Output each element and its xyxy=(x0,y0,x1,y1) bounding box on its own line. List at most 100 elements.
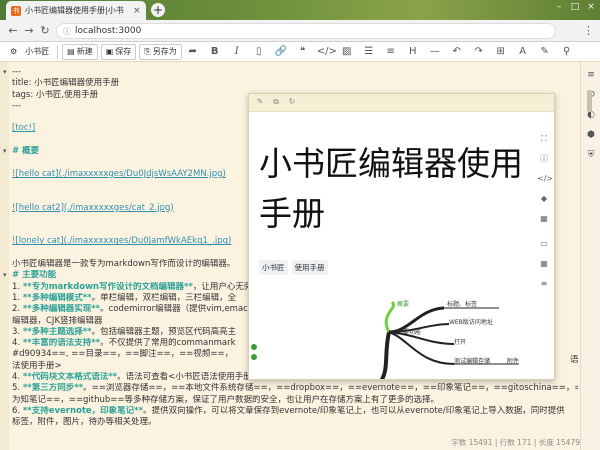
browser-menu-icon[interactable]: ⋮ xyxy=(583,24,594,37)
settings-icon[interactable]: ⚙ xyxy=(6,44,21,60)
mindmap-left-node: 概要 xyxy=(397,301,410,308)
editor-line: 为知笔记==，==github==等多种存储方案，保证了用户数据的安全，也让用户… xyxy=(3,395,578,406)
new-tab-button[interactable]: + xyxy=(151,3,165,17)
file-icon[interactable]: ▯ xyxy=(251,44,267,60)
browser-tab[interactable]: 书 小书匠编辑器使用手册|小书 × xyxy=(6,1,146,20)
save-label: 保存 xyxy=(115,47,132,56)
site-info-icon[interactable]: ⓘ xyxy=(63,26,71,37)
mindmap-branch: 标题、标签 xyxy=(447,301,478,308)
editor-text: 小书匠编辑器是一款专为markdown写作而设计的编辑器。 xyxy=(12,259,236,270)
menu-icon[interactable]: ≡ xyxy=(584,68,598,82)
monitor-icon[interactable]: ▭ xyxy=(537,237,551,251)
reload-icon[interactable]: ↻ xyxy=(38,24,52,38)
drop-icon[interactable]: ◆ xyxy=(537,192,551,206)
editor-text: 4. xyxy=(12,372,23,383)
attach-icon[interactable]: ⚲ xyxy=(559,44,575,60)
quote-icon[interactable]: ❝ xyxy=(295,44,311,60)
save-button[interactable]: ▣ 保存 xyxy=(100,43,137,60)
overflow-text: 语 xyxy=(570,355,579,365)
editor-toolbar: ⚙ 小书匠 ▤ 新建 ▣ 保存 ⎘ 另存为 ➦ B I ▯ 🔗 ❝ </> ▨ ☰ ≡… xyxy=(0,42,600,62)
mindmap-branch: WEB版访问地址 xyxy=(449,319,493,326)
app-favicon-icon: 书 xyxy=(11,5,21,16)
mindmap-branch: 测试编辑存储 xyxy=(454,358,491,365)
redo-icon[interactable]: ↷ xyxy=(471,44,487,60)
editor-text: 5. xyxy=(12,383,23,394)
fullscreen-icon[interactable]: ⛶ xyxy=(537,132,551,146)
tag[interactable]: 使用手册 xyxy=(291,260,328,275)
mindmap-extra: 附件 xyxy=(507,358,520,365)
font-icon[interactable]: A xyxy=(515,44,531,60)
url-text: localhost:3000 xyxy=(75,26,142,36)
editor-text: **专为markdown写作设计的文档编辑器** xyxy=(22,281,193,292)
url-input[interactable]: ⓘ localhost:3000 xyxy=(56,23,556,39)
browser-tab-bar: 书 小书匠编辑器使用手册|小书 × + – □ × xyxy=(0,0,600,20)
editor-text: 为知笔记==，==github==等多种存储方案，保证了用户数据的安全，也让用户… xyxy=(12,394,439,405)
link-icon[interactable]: 🔗 xyxy=(273,44,289,60)
horizontal-rule-icon[interactable]: — xyxy=(427,44,443,60)
fold-icon[interactable]: ▾ xyxy=(3,67,12,78)
editor-line: 6. **支持evernote，印象笔记**。提供双向操作，可以将文章保存到ev… xyxy=(3,406,578,417)
new-file-icon: ▤ xyxy=(67,47,75,56)
share-icon[interactable]: ➦ xyxy=(185,44,201,60)
mindmap-collapse-icon[interactable] xyxy=(251,354,257,360)
editor-text: 4. xyxy=(12,338,23,349)
copy-icon[interactable]: ⧉ xyxy=(271,97,281,107)
editor-text: 。不仅提供了常用的commanmark xyxy=(100,338,236,349)
preview-panel: ✎ ⧉ ↻ 小书匠编辑器使用手册 小书匠 使用手册 ⛶ ⓘ </> ◆ ▦ ▭ … xyxy=(248,93,555,380)
unordered-list-icon[interactable]: ≡ xyxy=(383,44,399,60)
editor-text: **第三方同步** xyxy=(22,383,84,394)
refresh-icon[interactable]: ↻ xyxy=(287,97,297,106)
code-view-icon[interactable]: </> xyxy=(537,172,553,186)
mindmap-expand-icon[interactable] xyxy=(251,344,257,350)
toolbar-divider xyxy=(57,44,59,59)
tab-close-icon[interactable]: × xyxy=(133,6,141,16)
fold-icon[interactable]: ▾ xyxy=(3,270,12,281)
italic-icon[interactable]: I xyxy=(229,44,245,60)
table-icon[interactable]: ⊞ xyxy=(493,44,509,60)
fold-icon[interactable]: ▾ xyxy=(3,146,12,157)
editor-text: **代码块文本格式语法** xyxy=(22,372,118,383)
pen-icon[interactable]: ✎ xyxy=(255,97,265,106)
list-icon[interactable]: ≡ xyxy=(537,277,551,291)
info-icon[interactable]: ⓘ xyxy=(537,152,551,166)
grid-icon[interactable]: ▦ xyxy=(537,257,551,271)
minimize-icon[interactable]: – xyxy=(552,2,566,12)
image-icon[interactable]: ▨ xyxy=(339,44,355,60)
editor-text: 。单栏编辑，双栏编辑，三栏编辑，全 xyxy=(91,292,237,303)
editor-line: ▾ --- xyxy=(3,67,578,78)
editor-scrollbar[interactable] xyxy=(587,90,592,112)
editor-text: 。语法可查看<小书匠语法使用手册> xyxy=(117,372,259,383)
code-icon[interactable]: </> xyxy=(317,44,337,60)
editor-text: 。包括编辑器主题，预览区代码高亮主 xyxy=(91,326,237,337)
save-as-icon: ⎘ xyxy=(144,46,151,56)
editor-text: **多种编辑器实现** xyxy=(22,304,101,315)
bold-icon[interactable]: B xyxy=(207,44,223,60)
preview-title: 小书匠编辑器使用手册 xyxy=(259,144,523,233)
editor-text: ![hello cat](./imaxxxxxges/Du0JdjsWsAAY2… xyxy=(12,168,226,179)
editor-text: ![lonely cat](./imaxxxxxges/Du0JamfWkAEk… xyxy=(12,236,232,247)
image-view-icon[interactable]: ▦ xyxy=(537,212,551,226)
shield-icon[interactable]: ⛨ xyxy=(584,148,598,162)
edit-icon[interactable]: ✎ xyxy=(537,44,553,60)
back-icon[interactable]: ← xyxy=(6,24,20,38)
tag[interactable]: 小书匠 xyxy=(259,260,288,275)
forward-icon[interactable]: → xyxy=(22,24,36,38)
editor-text: **多种主题选择** xyxy=(22,326,92,337)
package-icon[interactable]: ⬢ xyxy=(584,128,598,142)
heading-icon[interactable]: H xyxy=(405,44,421,60)
preview-header: ✎ ⧉ ↻ xyxy=(249,94,554,112)
editor-text: **多种编辑模式** xyxy=(22,292,92,303)
editor-text: 2. xyxy=(12,304,23,315)
editor-text: # 主要功能 xyxy=(12,270,57,281)
editor-text: 1. xyxy=(12,281,23,292)
editor-text: --- xyxy=(12,67,22,77)
editor-text: 3. xyxy=(12,326,23,337)
new-button[interactable]: ▤ 新建 xyxy=(62,43,98,60)
editor-text: **丰富的语法支持** xyxy=(22,338,101,349)
save-as-button[interactable]: ⎘ 另存为 xyxy=(139,43,182,60)
undo-icon[interactable]: ↶ xyxy=(449,44,465,60)
ordered-list-icon[interactable]: ☰ xyxy=(361,44,377,60)
maximize-icon[interactable]: □ xyxy=(568,2,582,12)
window-close-icon[interactable]: × xyxy=(584,2,598,12)
editor-text: tags: 小书匠,使用手册 xyxy=(12,89,99,100)
